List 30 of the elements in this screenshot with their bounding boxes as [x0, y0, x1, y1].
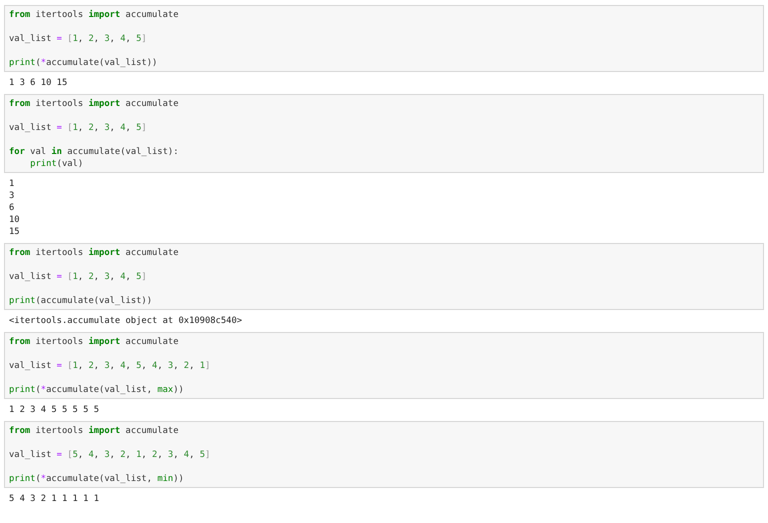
code-line: val_list = [1, 2, 3, 4, 5]: [9, 33, 148, 45]
code-cell[interactable]: from itertools import accumulate val_list = [1, 2, 3, 4, 5] print(accumulate(val_list)): [4, 243, 764, 310]
code-line: val_list = [1, 2, 3, 4, 5, 4, 3, 2, 1]: [9, 360, 212, 372]
output-line: 10: [9, 214, 21, 226]
code-line: for val in accumulate(val_list):: [9, 146, 180, 158]
code-line: print(*accumulate(val_list)): [9, 57, 158, 69]
code-line: val_list = [1, 2, 3, 4, 5]: [9, 122, 148, 134]
output-line: 3: [9, 190, 16, 202]
output-line: 1: [9, 178, 16, 190]
code-line: from itertools import accumulate: [9, 247, 180, 259]
code-line: val_list = [5, 4, 3, 2, 1, 2, 3, 4, 5]: [9, 449, 212, 461]
output-line: <itertools.accumulate object at 0x10908c540>: [9, 315, 244, 327]
code-line: print(accumulate(val_list)): [9, 295, 154, 307]
code-cell[interactable]: from itertools import accumulate val_list = [5, 4, 3, 2, 1, 2, 3, 4, 5] print(*accumulate(val_list, min)): [4, 421, 764, 488]
code-line: from itertools import accumulate: [9, 98, 180, 110]
code-cell[interactable]: from itertools import accumulate val_list = [1, 2, 3, 4, 5] print(*accumulate(val_list)): [4, 5, 764, 72]
code-line: val_list = [1, 2, 3, 4, 5]: [9, 271, 148, 283]
output-line: 1 2 3 4 5 5 5 5 5: [9, 404, 100, 416]
code-line: print(*accumulate(val_list, max)): [9, 384, 185, 396]
code-line: print(val): [29, 158, 84, 170]
code-line: from itertools import accumulate: [9, 9, 180, 21]
output-line: 15: [9, 226, 21, 238]
output-line: 1 3 6 10 15: [9, 77, 68, 89]
code-line: print(*accumulate(val_list, min)): [9, 473, 185, 485]
code-line: from itertools import accumulate: [9, 336, 180, 348]
code-cell[interactable]: from itertools import accumulate val_list = [1, 2, 3, 4, 5] for val in accumulate(val_list): print(val): [4, 94, 764, 173]
code-cell[interactable]: from itertools import accumulate val_list = [1, 2, 3, 4, 5, 4, 3, 2, 1] print(*accumulate(val_list, max)): [4, 332, 764, 399]
output-line: 6: [9, 202, 16, 214]
output-line: 5 4 3 2 1 1 1 1 1: [9, 493, 100, 505]
code-line: from itertools import accumulate: [9, 425, 180, 437]
